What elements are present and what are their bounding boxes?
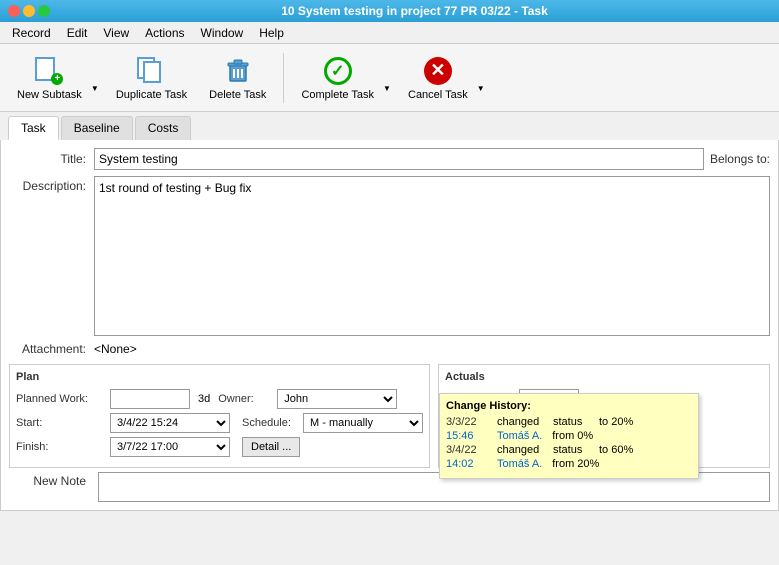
ch-action-1: changed — [497, 416, 547, 428]
ch-time-1: 15:46 — [446, 430, 491, 442]
owner-label: Owner: — [218, 393, 273, 405]
delete-task-label: Delete Task — [209, 89, 266, 101]
window-controls[interactable] — [8, 5, 50, 17]
owner-select[interactable]: John Jane Bob — [277, 389, 397, 409]
change-history-row-2b: 14:02 Tomáš A. from 20% — [446, 458, 692, 470]
attachment-label: Attachment: — [9, 342, 94, 356]
ch-user-1: Tomáš A. — [497, 430, 542, 442]
delete-icon — [222, 55, 254, 87]
delete-icon-graphic — [224, 57, 252, 85]
new-subtask-button[interactable]: + New Subtask — [8, 49, 91, 107]
menu-view[interactable]: View — [95, 24, 137, 42]
menu-actions[interactable]: Actions — [137, 24, 192, 42]
menu-record[interactable]: Record — [4, 24, 59, 42]
ch-user-2: Tomáš A. — [497, 458, 542, 470]
ch-field-1: status — [553, 416, 593, 428]
title-input[interactable] — [94, 148, 704, 170]
new-subtask-label: New Subtask — [17, 89, 82, 101]
ch-value-2-to: to 60% — [599, 444, 633, 456]
title-label: Title: — [9, 152, 94, 166]
complete-task-dropdown-arrow[interactable]: ▼ — [383, 49, 395, 107]
duplicate-icon — [135, 55, 167, 87]
planned-work-label: Planned Work: — [16, 393, 106, 405]
planned-work-unit: 3d — [194, 393, 214, 405]
window-title: 10 System testing in project 77 PR 03/22… — [58, 4, 771, 18]
change-history-title: Change History: — [446, 400, 692, 412]
complete-task-button[interactable]: ✓ Complete Task — [292, 49, 383, 107]
tab-baseline[interactable]: Baseline — [61, 116, 133, 140]
cancel-task-button[interactable]: ✕ Cancel Task — [399, 49, 477, 107]
ch-field-2: status — [553, 444, 593, 456]
duplicate-task-button[interactable]: Duplicate Task — [107, 49, 196, 107]
ch-date-2: 3/4/22 — [446, 444, 491, 456]
finish-input[interactable]: 3/7/22 17:00 — [110, 437, 230, 457]
plan-section: Plan Planned Work: 3d Owner: John Jane B… — [9, 364, 430, 468]
ch-action-2: changed — [497, 444, 547, 456]
title-bar: 10 System testing in project 77 PR 03/22… — [0, 0, 779, 22]
ch-date-1: 3/3/22 — [446, 416, 491, 428]
tabs-container: Task Baseline Costs — [0, 112, 779, 140]
title-row: Title: Belongs to: — [9, 148, 770, 170]
description-row: Description: 1st round of testing + Bug … — [9, 176, 770, 336]
new-subtask-icon-graphic: + — [35, 57, 63, 85]
schedule-label: Schedule: — [234, 417, 299, 429]
complete-icon-graphic: ✓ — [324, 57, 352, 85]
change-history-popup: Change History: 3/3/22 changed status to… — [439, 393, 699, 479]
duplicate-icon-graphic — [137, 57, 165, 85]
ch-time-2: 14:02 — [446, 458, 491, 470]
detail-button[interactable]: Detail ... — [242, 437, 300, 457]
cancel-icon-graphic: ✕ — [424, 57, 452, 85]
change-history-row-1: 3/3/22 changed status to 20% — [446, 416, 692, 428]
tab-task[interactable]: Task — [8, 116, 59, 140]
ch-from-2: from 20% — [548, 458, 599, 470]
belongs-to-label: Belongs to: — [704, 152, 770, 166]
menu-edit[interactable]: Edit — [59, 24, 96, 42]
new-subtask-dropdown-arrow[interactable]: ▼ — [91, 49, 103, 107]
delete-task-button[interactable]: Delete Task — [200, 49, 275, 107]
duplicate-task-label: Duplicate Task — [116, 89, 187, 101]
plan-row-work-owner: Planned Work: 3d Owner: John Jane Bob — [16, 389, 423, 409]
cancel-task-label: Cancel Task — [408, 89, 468, 101]
toolbar-separator — [283, 53, 284, 103]
start-input[interactable]: 3/4/22 15:24 — [110, 413, 230, 433]
maximize-window-button[interactable] — [38, 5, 50, 17]
change-history-row-1b: 15:46 Tomáš A. from 0% — [446, 430, 692, 442]
new-note-label: New Note — [9, 472, 94, 488]
finish-label: Finish: — [16, 441, 106, 453]
menu-window[interactable]: Window — [193, 24, 252, 42]
close-window-button[interactable] — [8, 5, 20, 17]
plan-row-start-schedule: Start: 3/4/22 15:24 Schedule: M - manual… — [16, 413, 423, 433]
actuals-section-title: Actuals — [445, 371, 763, 383]
planned-work-input[interactable] — [110, 389, 190, 409]
main-content-area: Title: Belongs to: Description: 1st roun… — [0, 140, 779, 511]
ch-from-1: from 0% — [548, 430, 593, 442]
ch-value-1-to: to 20% — [599, 416, 633, 428]
tab-costs[interactable]: Costs — [135, 116, 192, 140]
description-label: Description: — [9, 176, 94, 193]
new-subtask-icon: + — [33, 55, 65, 87]
toolbar: + New Subtask ▼ Duplicate Task — [0, 44, 779, 112]
minimize-window-button[interactable] — [23, 5, 35, 17]
attachment-value: <None> — [94, 342, 137, 356]
menu-bar: Record Edit View Actions Window Help — [0, 22, 779, 44]
description-textarea[interactable]: 1st round of testing + Bug fix — [94, 176, 770, 336]
change-history-row-2: 3/4/22 changed status to 60% — [446, 444, 692, 456]
complete-icon: ✓ — [322, 55, 354, 87]
cancel-icon: ✕ — [422, 55, 454, 87]
schedule-select[interactable]: M - manually A - automatic — [303, 413, 423, 433]
plan-actuals-container: Plan Planned Work: 3d Owner: John Jane B… — [9, 364, 770, 468]
plan-row-finish-detail: Finish: 3/7/22 17:00 Detail ... — [16, 437, 423, 457]
cancel-task-dropdown-arrow[interactable]: ▼ — [477, 49, 489, 107]
start-label: Start: — [16, 417, 106, 429]
actuals-section: Actuals % Done: Remaining W Actual S: Ac… — [438, 364, 770, 468]
attachment-row: Attachment: <None> — [9, 342, 770, 356]
complete-task-label: Complete Task — [301, 89, 374, 101]
menu-help[interactable]: Help — [251, 24, 292, 42]
plan-section-title: Plan — [16, 371, 423, 383]
